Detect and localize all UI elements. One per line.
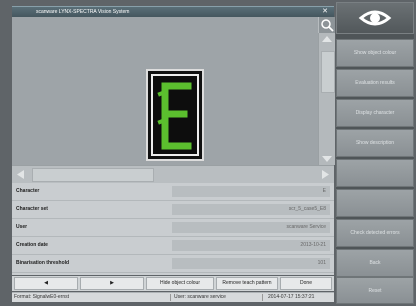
check-detected-errors-button[interactable]: Check detected errors xyxy=(336,219,414,247)
back-button[interactable]: Back xyxy=(336,249,414,277)
reset-button[interactable]: Reset xyxy=(336,277,414,304)
status-bar: Format: SignalwE0-ernst User: scanware s… xyxy=(12,292,334,302)
image-viewer[interactable] xyxy=(12,17,318,165)
evaluation-results-button[interactable]: Evaluation results xyxy=(336,69,414,97)
scroll-left-icon[interactable] xyxy=(14,167,28,182)
info-label: User xyxy=(16,224,28,230)
info-value: 2013-10-21 xyxy=(172,240,330,251)
info-row-user: User scanware Service xyxy=(12,219,334,237)
character-image xyxy=(151,74,199,156)
vertical-scrollbar[interactable] xyxy=(318,33,335,165)
info-label: Creation date xyxy=(16,242,48,248)
previous-button[interactable]: ◀ xyxy=(14,277,78,290)
info-label: Character xyxy=(16,188,40,194)
done-button[interactable]: Done xyxy=(280,277,332,290)
display-character-button[interactable]: Display character xyxy=(336,99,414,127)
info-row-creation-date: Creation date 2013-10-21 xyxy=(12,237,334,255)
info-row-binarisation-threshold: Binarisation threshold 101 xyxy=(12,255,334,273)
status-separator xyxy=(170,294,171,301)
arrow-left-icon: ◀ xyxy=(44,280,48,286)
scroll-right-icon[interactable] xyxy=(318,167,332,182)
window-title: scanware LYNX-SPECTRA Vision System xyxy=(36,9,130,15)
show-description-button[interactable]: Show description xyxy=(336,129,414,157)
vertical-scroll-thumb[interactable] xyxy=(321,51,335,93)
info-value: scr_5_case5_E8 xyxy=(172,204,330,215)
close-icon[interactable]: ✕ xyxy=(320,8,330,16)
info-value: E xyxy=(172,186,330,197)
character-info-table: Character E Character set scr_5_case5_E8… xyxy=(12,183,334,275)
side-panel: Show object colour Evaluation results Di… xyxy=(336,2,414,304)
status-datetime: 2014-07-17 15:37:21 xyxy=(268,294,315,300)
info-value: scanware Service xyxy=(172,222,330,233)
hide-object-colour-button[interactable]: Hide object colour xyxy=(146,277,214,290)
info-label: Character set xyxy=(16,206,48,212)
next-button[interactable]: ▶ xyxy=(80,277,144,290)
status-format: Format: SignalwE0-ernst xyxy=(14,294,70,300)
app-frame: scanware LYNX-SPECTRA Vision System ✕ Ch… xyxy=(0,0,416,306)
eye-icon xyxy=(358,10,392,26)
eye-button[interactable] xyxy=(336,2,414,34)
zoom-button[interactable] xyxy=(318,17,335,33)
horizontal-scrollbar[interactable] xyxy=(12,165,334,183)
search-icon xyxy=(321,19,334,32)
side-button-empty-2[interactable] xyxy=(336,189,414,217)
scroll-up-icon[interactable] xyxy=(319,33,335,45)
info-value: 101 xyxy=(172,258,330,269)
bottom-button-bar: ◀ ▶ Hide object colour Remove teach patt… xyxy=(12,276,334,291)
character-frame xyxy=(146,69,204,161)
info-row-character: Character E xyxy=(12,183,334,201)
character-glyph xyxy=(157,82,192,150)
horizontal-scroll-thumb[interactable] xyxy=(32,168,154,182)
side-button-empty-1[interactable] xyxy=(336,159,414,187)
status-user: User: scanware service xyxy=(174,294,226,300)
arrow-right-icon: ▶ xyxy=(110,280,114,286)
scroll-down-icon[interactable] xyxy=(319,153,335,165)
status-separator xyxy=(262,294,263,301)
info-row-character-set: Character set scr_5_case5_E8 xyxy=(12,201,334,219)
info-label: Binarisation threshold xyxy=(16,260,70,266)
remove-teach-pattern-button[interactable]: Remove teach pattern xyxy=(216,277,278,290)
show-object-colour-button[interactable]: Show object colour xyxy=(336,39,414,67)
